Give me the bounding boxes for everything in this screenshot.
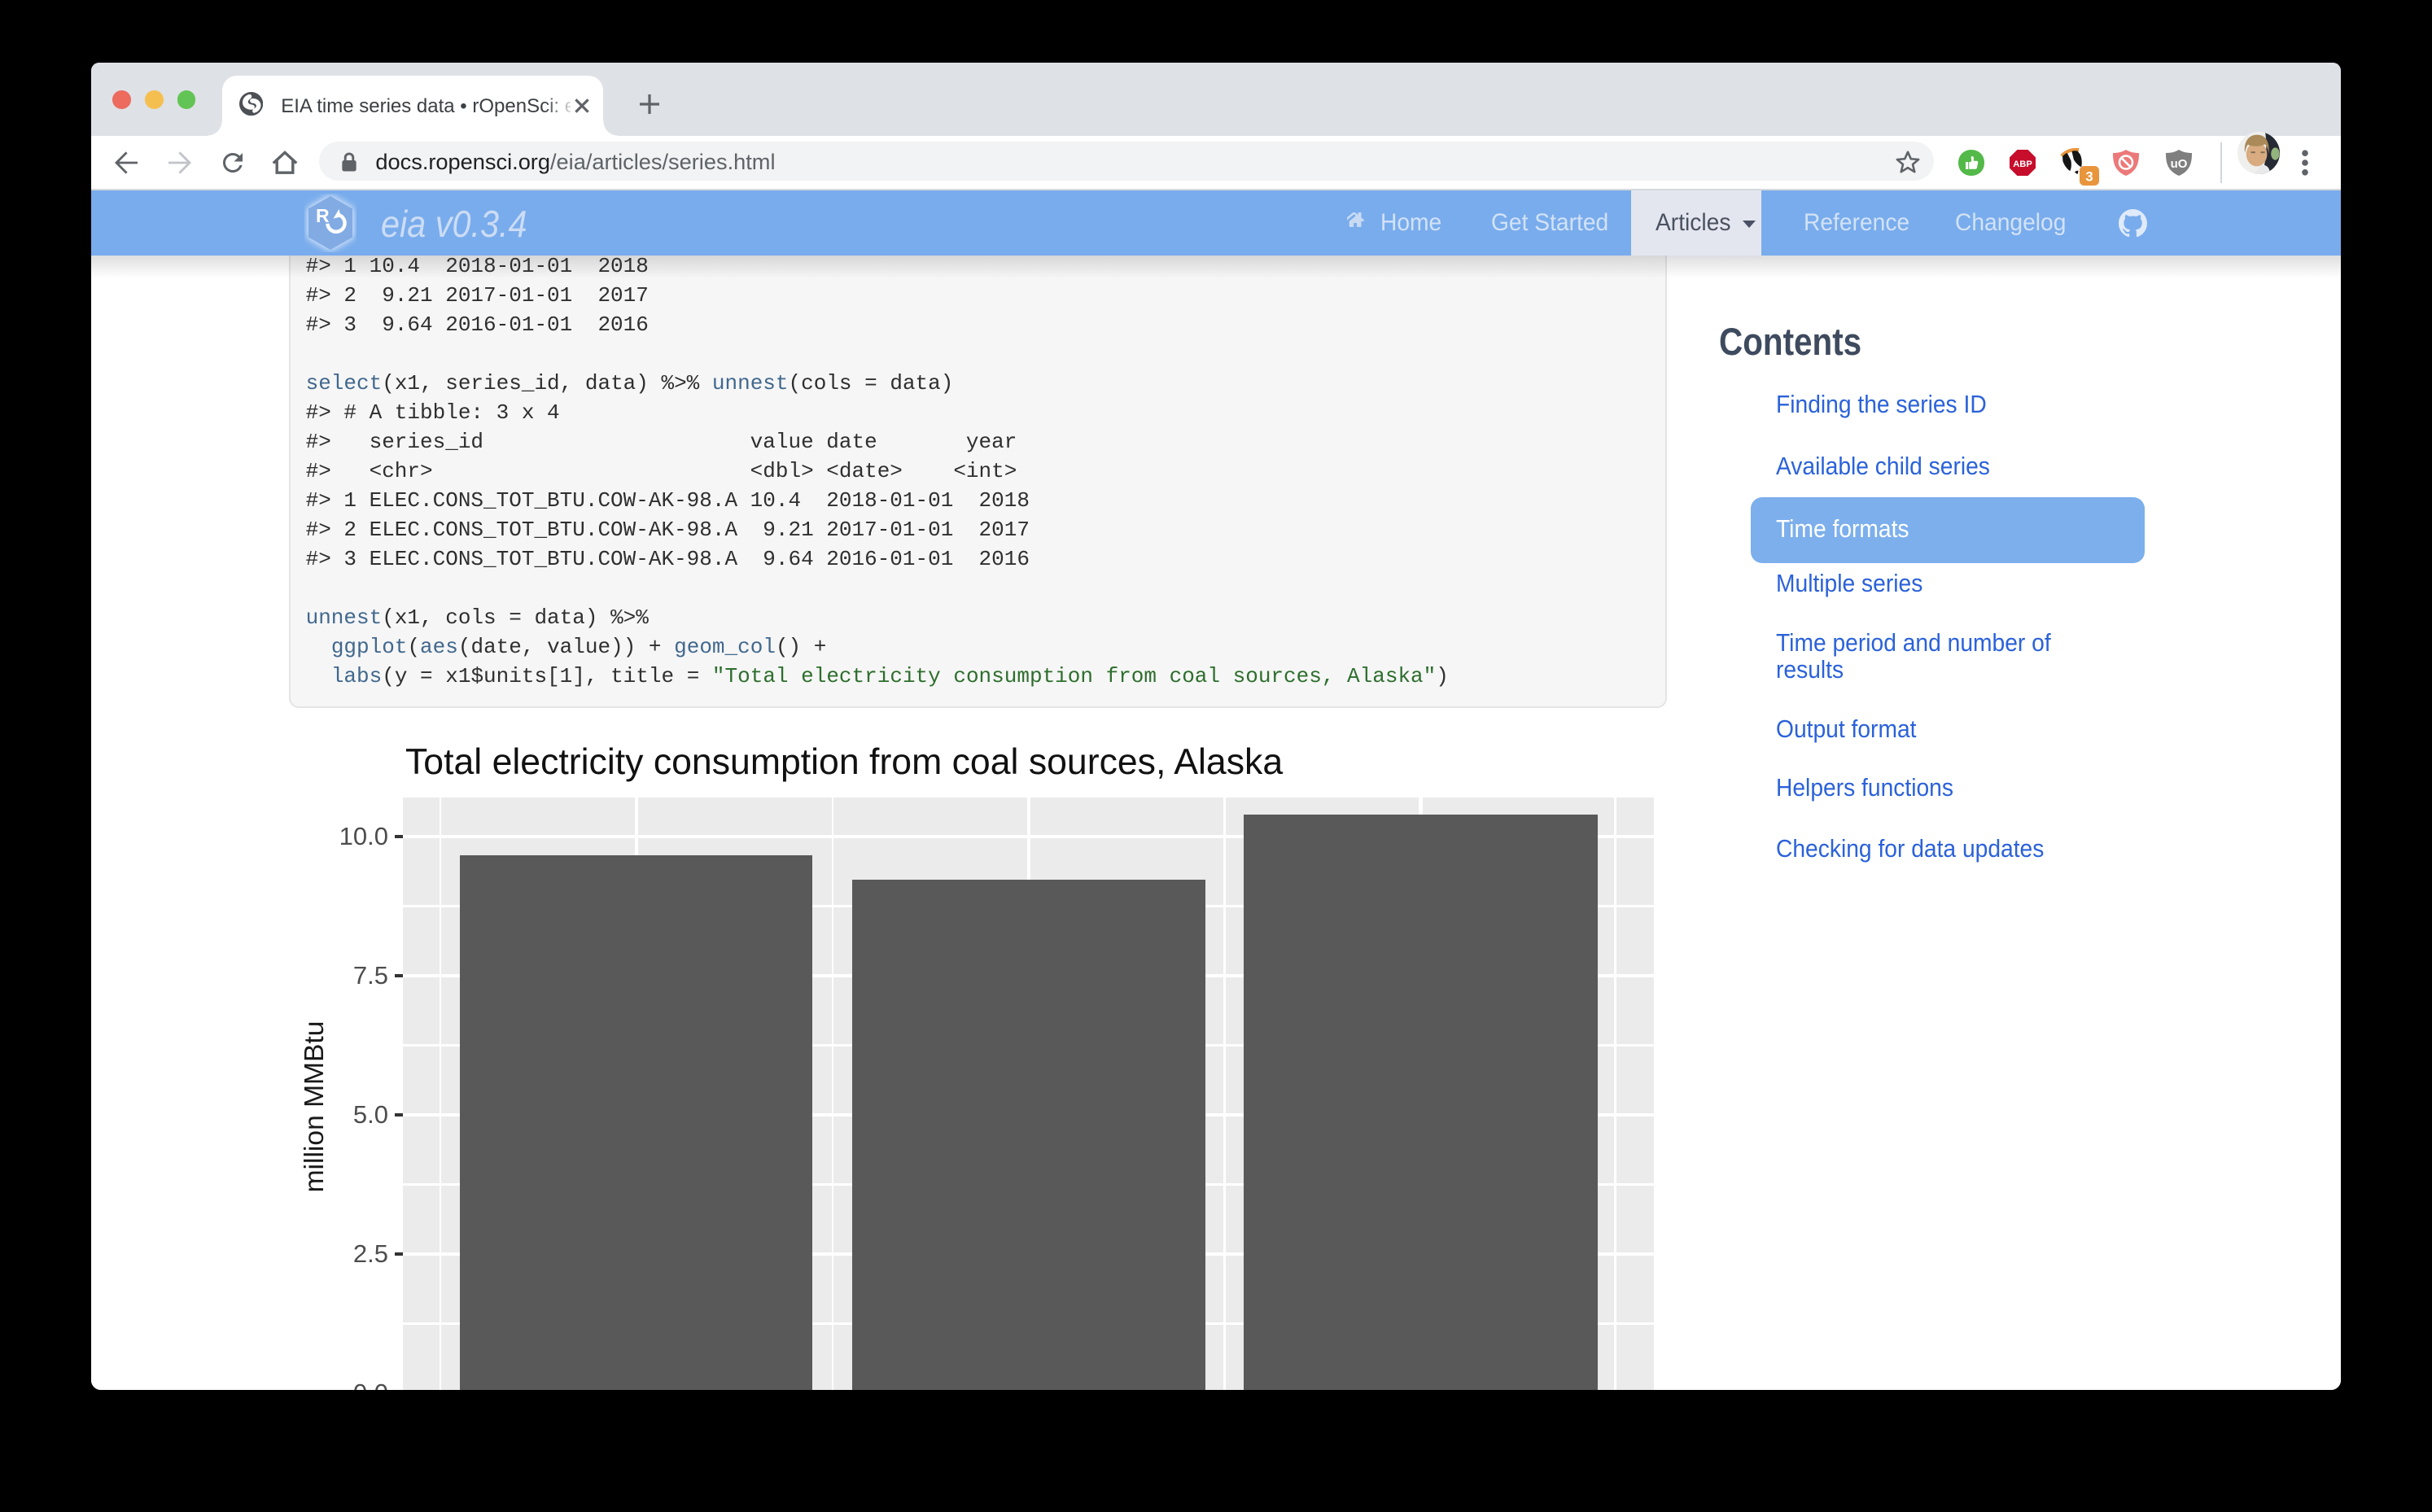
- svg-text:ABP: ABP: [2013, 160, 2032, 169]
- svg-text:R: R: [316, 205, 330, 226]
- svg-text:uO: uO: [2170, 157, 2187, 171]
- svg-text:3: 3: [2085, 169, 2093, 185]
